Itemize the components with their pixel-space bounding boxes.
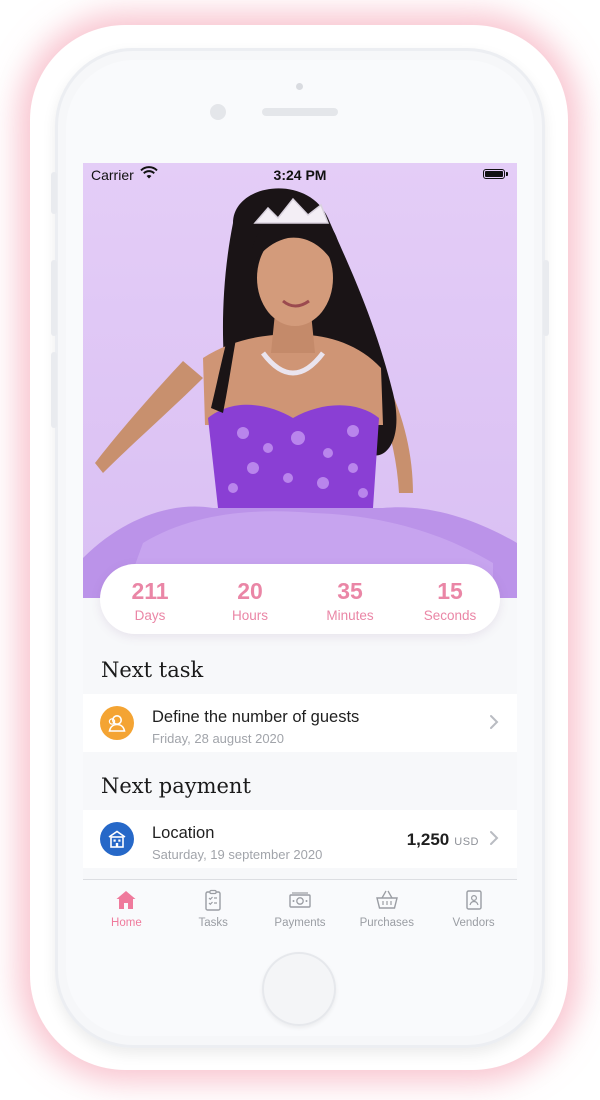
countdown-value: 20	[237, 578, 263, 604]
countdown-label: Seconds	[423, 608, 477, 623]
tab-home[interactable]: Home	[83, 880, 170, 938]
task-date: Friday, 28 august 2020	[152, 731, 285, 746]
tab-tasks[interactable]: Tasks	[170, 880, 257, 938]
tab-label: Tasks	[198, 917, 228, 929]
hero-banner: Carrier 3:24 PM	[83, 163, 517, 598]
countdown-value: 35	[337, 578, 363, 604]
tab-purchases[interactable]: Purchases	[343, 880, 430, 938]
countdown-label: Minutes	[326, 608, 374, 623]
tab-label: Home	[111, 917, 142, 929]
next-payment-heading: Next payment	[101, 774, 251, 798]
countdown-hours: 20 Hours	[200, 564, 300, 634]
basket-icon	[375, 890, 398, 909]
proximity-sensor	[296, 83, 303, 90]
countdown-value: 15	[437, 578, 463, 604]
building-icon	[100, 822, 134, 856]
tab-label: Purchases	[359, 917, 414, 929]
home-button[interactable]	[262, 952, 336, 1026]
countdown-card: 211 Days 20 Hours 35 Minutes 15 Seconds	[100, 564, 500, 634]
countdown-label: Hours	[231, 608, 268, 623]
volume-up-button	[51, 260, 57, 336]
clock: 3:24 PM	[273, 167, 327, 183]
chevron-right-icon	[490, 831, 499, 845]
mute-switch	[51, 172, 57, 214]
volume-down-button	[51, 352, 57, 428]
tab-label: Vendors	[452, 917, 495, 929]
earpiece-speaker	[262, 108, 338, 116]
next-payment-card[interactable]: Location Saturday, 19 september 2020 1,2…	[83, 810, 517, 868]
battery-icon	[483, 169, 508, 179]
chevron-right-icon	[490, 715, 499, 729]
app-screen: Carrier 3:24 PM 211 Days 20 Hours 35 Min…	[83, 163, 517, 938]
countdown-days: 211 Days	[100, 564, 200, 634]
clipboard-icon	[205, 889, 221, 911]
contact-book-icon	[465, 890, 482, 910]
front-camera	[210, 104, 226, 120]
countdown-label: Days	[134, 608, 166, 623]
tab-bar: Home Tasks Payments Purchases Vendors	[83, 879, 517, 938]
amount-value: 1,250	[406, 830, 450, 849]
quinceanera-photo	[83, 188, 517, 598]
money-icon	[289, 892, 311, 908]
next-task-card[interactable]: Define the number of guests Friday, 28 a…	[83, 694, 517, 752]
next-task-heading: Next task	[101, 658, 204, 682]
countdown-minutes: 35 Minutes	[300, 564, 400, 634]
tab-label: Payments	[274, 917, 326, 929]
tab-vendors[interactable]: Vendors	[430, 880, 517, 938]
tab-payments[interactable]: Payments	[257, 880, 344, 938]
currency-label: USD	[454, 836, 479, 848]
power-button	[543, 260, 549, 336]
task-title: Define the number of guests	[152, 708, 360, 726]
payment-date: Saturday, 19 september 2020	[152, 847, 323, 862]
home-icon	[116, 891, 136, 909]
payment-amount: 1,250 USD	[407, 830, 479, 850]
payment-title: Location	[152, 824, 215, 842]
status-bar: Carrier 3:24 PM	[83, 163, 517, 187]
countdown-value: 211	[131, 578, 169, 604]
countdown-seconds: 15 Seconds	[400, 564, 500, 634]
guests-icon	[100, 706, 134, 740]
